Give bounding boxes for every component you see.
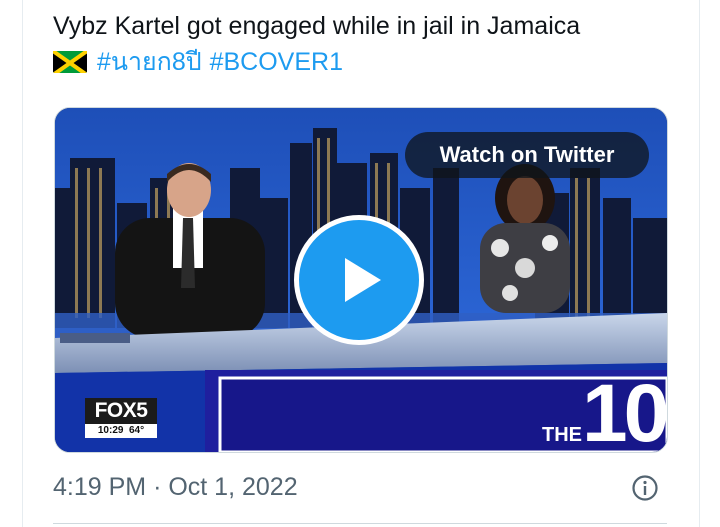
hashtag-link-1[interactable]: #นายก8ปี [97, 48, 202, 76]
jamaica-flag-icon [53, 49, 87, 73]
tweet-timestamp[interactable]: 4:19 PM · Oct 1, 2022 [53, 470, 298, 504]
video-player[interactable]: Watch on Twitter FOX5 10:29 64° THE10 [54, 107, 668, 453]
show-logo: THE10 [542, 373, 667, 453]
divider [53, 523, 667, 524]
tweet-text: Vybz Kartel got engaged while in jail in… [53, 8, 673, 80]
play-icon [345, 258, 381, 302]
watch-on-twitter-button[interactable]: Watch on Twitter [405, 132, 649, 178]
info-icon[interactable] [631, 474, 659, 502]
show-logo-the: THE [542, 424, 582, 446]
timestamp-time: 4:19 PM [53, 473, 147, 501]
channel-logo: FOX5 10:29 64° [85, 398, 157, 440]
timestamp-separator: · [153, 473, 162, 501]
show-logo-number: 10 [582, 368, 667, 453]
hashtag-link-2[interactable]: #BCOVER1 [210, 48, 343, 76]
logo-time-temp: 10:29 64° [85, 424, 157, 438]
logo-time: 10:29 [97, 425, 124, 436]
logo-temp: 64° [129, 425, 145, 436]
channel-logo-text: FOX5 [85, 398, 157, 424]
timestamp-date: Oct 1, 2022 [168, 473, 298, 501]
tweet-text-line2: #นายก8ปี #BCOVER1 [53, 44, 673, 80]
play-button[interactable] [294, 215, 424, 345]
tweet-text-line1: Vybz Kartel got engaged while in jail in… [53, 12, 581, 40]
